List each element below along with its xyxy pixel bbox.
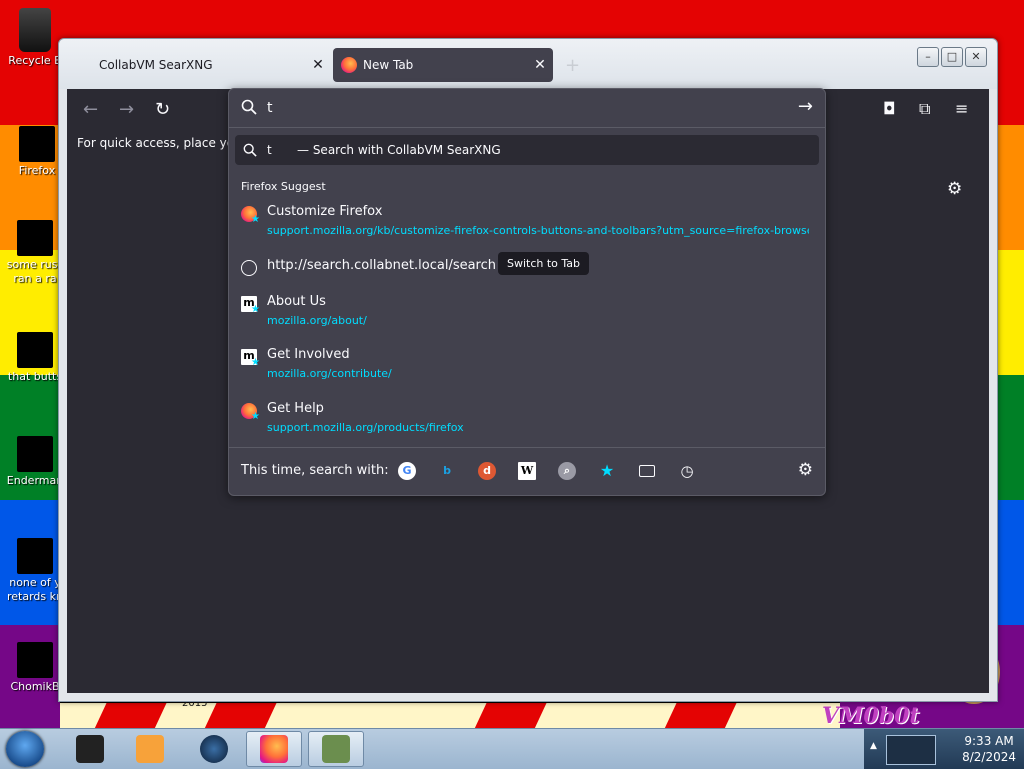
result-about-us[interactable]: m ★ About Us mozilla.org/about/ xyxy=(241,294,811,332)
video-icon xyxy=(17,538,53,574)
recycle-bin-icon xyxy=(19,8,51,52)
taskbar-chomik[interactable] xyxy=(308,731,364,767)
result-url: mozilla.org/contribute/ xyxy=(267,367,392,380)
urlbar[interactable]: t → xyxy=(229,89,825,127)
result-title: http://search.collabnet.local/search xyxy=(267,258,497,273)
result-url: support.mozilla.org/kb/customize-firefox… xyxy=(267,224,809,237)
globe-icon xyxy=(241,260,257,276)
hamster-app-icon xyxy=(322,735,350,763)
search-settings-gear-icon[interactable]: ⚙ xyxy=(798,460,813,480)
reload-icon[interactable]: ↻ xyxy=(155,99,170,120)
firefox-icon xyxy=(260,735,288,763)
close-window-button[interactable]: ✕ xyxy=(965,47,987,67)
clock-date: 8/2/2024 xyxy=(962,750,1016,764)
back-icon[interactable]: ← xyxy=(83,99,98,120)
result-title: Customize Firefox xyxy=(267,204,383,219)
result-get-help[interactable]: ★ Get Help support.mozilla.org/products/… xyxy=(241,401,811,439)
heuristic-query: t xyxy=(267,143,272,157)
taskbar-app-1[interactable] xyxy=(62,731,118,767)
result-title: Get Involved xyxy=(267,347,350,362)
media-player-icon xyxy=(136,735,164,763)
bookmark-star-icon: ★ xyxy=(251,411,260,422)
divider xyxy=(229,127,825,128)
duckduckgo-icon[interactable]: d xyxy=(478,462,496,480)
bookmark-star-icon: ★ xyxy=(251,214,260,225)
forward-icon[interactable]: → xyxy=(119,99,134,120)
bookmarks-icon[interactable]: ★ xyxy=(598,462,616,480)
system-tray: ▲ 9:33 AM 8/2/2024 xyxy=(864,729,1024,769)
heuristic-search-result[interactable]: t — Search with CollabVM SearXNG xyxy=(235,135,819,165)
menu-icon[interactable]: ≡ xyxy=(955,99,968,118)
close-icon[interactable]: ✕ xyxy=(527,57,553,73)
tab-strip: CollabVM SearXNG ✕ New Tab ✕ + – □ ✕ xyxy=(59,39,997,89)
document-icon xyxy=(17,220,53,256)
hamster-app-icon xyxy=(17,642,53,678)
taskbar-firefox[interactable] xyxy=(246,731,302,767)
close-icon[interactable]: ✕ xyxy=(305,57,331,73)
urlbar-input[interactable]: t xyxy=(267,100,273,116)
result-url: support.mozilla.org/products/firefox xyxy=(267,421,464,434)
tab-new-tab[interactable]: New Tab ✕ xyxy=(333,48,553,82)
taskbar-app-3[interactable] xyxy=(186,731,242,767)
tray-expand-icon[interactable]: ▲ xyxy=(870,741,877,751)
go-arrow-icon[interactable]: → xyxy=(798,96,813,117)
bookmark-star-icon: ★ xyxy=(251,357,260,368)
search-with-label: This time, search with: xyxy=(241,463,389,478)
app-icon xyxy=(76,735,104,763)
result-url: mozilla.org/about/ xyxy=(267,314,367,327)
clock-time: 9:33 AM xyxy=(964,734,1014,748)
history-icon[interactable]: ◷ xyxy=(678,462,696,480)
result-customize-firefox[interactable]: ★ Customize Firefox support.mozilla.org/… xyxy=(241,204,811,242)
start-button[interactable] xyxy=(6,731,44,767)
taskbar-media-player[interactable] xyxy=(122,731,178,767)
folder-icon xyxy=(17,332,53,368)
result-open-tab[interactable]: http://search.collabnet.local/search Swi… xyxy=(241,252,811,282)
result-title: About Us xyxy=(267,294,326,309)
search-shortcuts: This time, search with: G b d W ⌕ ★ ◷ ⚙ xyxy=(229,447,825,495)
minimize-button[interactable]: – xyxy=(917,47,939,67)
globe-app-icon xyxy=(200,735,228,763)
wallpaper-text: VM0b0t xyxy=(822,703,920,729)
bing-icon[interactable]: b xyxy=(438,462,456,480)
clock[interactable]: 9:33 AM 8/2/2024 xyxy=(962,733,1016,765)
customize-gear-icon[interactable]: ⚙ xyxy=(947,179,962,199)
wikipedia-icon[interactable]: W xyxy=(518,462,536,480)
result-get-involved[interactable]: m ★ Get Involved mozilla.org/contribute/ xyxy=(241,347,811,385)
taskbar: ▲ 9:33 AM 8/2/2024 xyxy=(0,728,1024,769)
group-label: Firefox Suggest xyxy=(241,180,326,193)
firefox-shortcut-icon xyxy=(19,126,55,162)
app-icon xyxy=(17,436,53,472)
tab-label: New Tab xyxy=(363,58,414,72)
bookmark-star-icon: ★ xyxy=(251,304,260,315)
extensions-icon[interactable]: ⧉ xyxy=(919,99,930,119)
tabs-icon[interactable] xyxy=(638,462,656,480)
heuristic-action: — Search with CollabVM SearXNG xyxy=(297,143,501,157)
google-icon[interactable]: G xyxy=(398,462,416,480)
urlbar-dropdown: t → t — Search with CollabVM SearXNG Fir… xyxy=(228,88,826,496)
tab-collabvm-searxng[interactable]: CollabVM SearXNG ✕ xyxy=(85,48,331,82)
switch-to-tab-button[interactable]: Switch to Tab xyxy=(498,252,590,275)
new-tab-button[interactable]: + xyxy=(565,55,580,76)
maximize-button[interactable]: □ xyxy=(941,47,963,67)
tab-label: CollabVM SearXNG xyxy=(99,58,213,72)
search-icon xyxy=(243,143,257,157)
tray-app-icon[interactable] xyxy=(886,735,936,765)
result-title: Get Help xyxy=(267,401,324,416)
window-controls: – □ ✕ xyxy=(917,47,987,67)
searxng-icon[interactable]: ⌕ xyxy=(558,462,576,480)
pocket-icon[interactable]: ◘ xyxy=(883,99,896,118)
wallpaper-art xyxy=(60,700,840,731)
firefox-icon xyxy=(341,57,357,73)
search-icon xyxy=(241,99,257,115)
